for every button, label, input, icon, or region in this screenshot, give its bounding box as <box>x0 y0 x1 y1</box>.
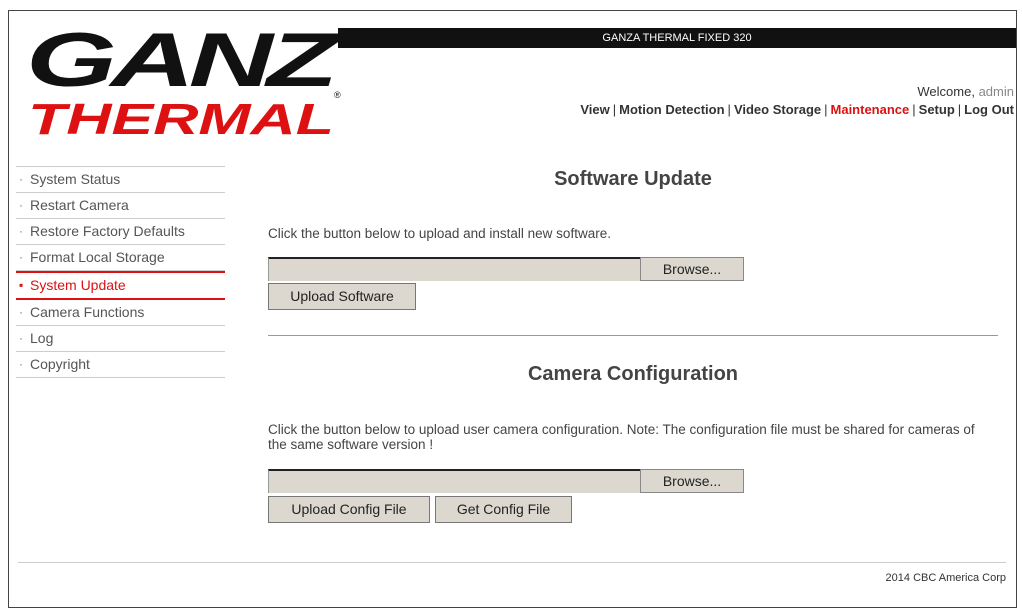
sidebar-item-label: Restore Factory Defaults <box>30 223 185 239</box>
footer-divider <box>18 562 1006 563</box>
sidebar-item-restore-factory-defaults[interactable]: · Restore Factory Defaults <box>16 219 225 245</box>
nav-maintenance[interactable]: Maintenance <box>831 102 910 117</box>
username: admin <box>978 84 1014 99</box>
sidebar-item-system-update[interactable]: ▪ System Update <box>16 271 225 300</box>
nav-log-out[interactable]: Log Out <box>964 102 1014 117</box>
sidebar-item-label: System Status <box>30 171 121 187</box>
camera-configuration-title: Camera Configuration <box>527 363 739 385</box>
sidebar-item-label: System Update <box>30 277 126 293</box>
software-browse-button[interactable]: Browse... <box>640 257 744 281</box>
sidebar-item-system-status[interactable]: · System Status <box>16 166 225 193</box>
sidebar-menu: · System Status · Restart Camera · Restore … <box>16 166 225 378</box>
bullet-icon: · <box>19 357 23 371</box>
software-file-picker: Browse... <box>268 257 744 281</box>
device-title-bar: GANZA THERMAL FIXED 320 <box>338 28 1016 48</box>
ganz-thermal-logo: GANZ THERMAL ® <box>26 22 346 142</box>
bullet-icon: · <box>19 250 23 264</box>
section-divider <box>268 335 998 336</box>
bullet-icon: · <box>19 172 23 186</box>
bullet-icon: · <box>19 305 23 319</box>
svg-text:THERMAL: THERMAL <box>28 95 334 142</box>
bullet-icon: ▪ <box>19 278 24 292</box>
sidebar-item-restart-camera[interactable]: · Restart Camera <box>16 193 225 219</box>
nav-view[interactable]: View <box>580 102 609 117</box>
bullet-icon: · <box>19 331 23 345</box>
config-browse-button[interactable]: Browse... <box>640 469 744 493</box>
config-file-picker: Browse... <box>268 469 744 493</box>
footer-copyright: 2014 CBC America Corp <box>885 572 1006 584</box>
camera-configuration-description: Click the button below to upload user ca… <box>268 422 975 452</box>
sidebar-item-label: Format Local Storage <box>30 249 165 265</box>
nav-motion-detection[interactable]: Motion Detection <box>619 102 724 117</box>
sidebar-item-copyright[interactable]: · Copyright <box>16 352 225 378</box>
top-navigation: View | Motion Detection | Video Storage | Main… <box>580 102 1014 117</box>
bullet-icon: · <box>19 198 23 212</box>
nav-setup[interactable]: Setup <box>919 102 955 117</box>
sidebar-item-camera-functions[interactable]: · Camera Functions <box>16 300 225 326</box>
welcome-prefix: Welcome, <box>917 84 975 99</box>
software-update-description: Click the button below to upload and ins… <box>268 226 611 241</box>
upload-config-file-button[interactable]: Upload Config File <box>268 496 430 523</box>
sidebar-item-label: Camera Functions <box>30 304 145 320</box>
nav-video-storage[interactable]: Video Storage <box>734 102 821 117</box>
svg-text:®: ® <box>334 90 341 100</box>
welcome-text: Welcome, admin <box>917 84 1014 99</box>
sidebar-item-label: Log <box>30 330 54 346</box>
upload-software-button[interactable]: Upload Software <box>268 283 416 310</box>
sidebar-item-format-local-storage[interactable]: · Format Local Storage <box>16 245 225 271</box>
get-config-file-button[interactable]: Get Config File <box>435 496 572 523</box>
bullet-icon: · <box>19 224 23 238</box>
svg-text:GANZ: GANZ <box>26 22 342 103</box>
software-update-title: Software Update <box>554 168 712 190</box>
config-file-field[interactable] <box>268 469 641 493</box>
sidebar-item-log[interactable]: · Log <box>16 326 225 352</box>
software-file-field[interactable] <box>268 257 641 281</box>
sidebar-item-label: Restart Camera <box>30 197 129 213</box>
sidebar-item-label: Copyright <box>30 356 90 372</box>
